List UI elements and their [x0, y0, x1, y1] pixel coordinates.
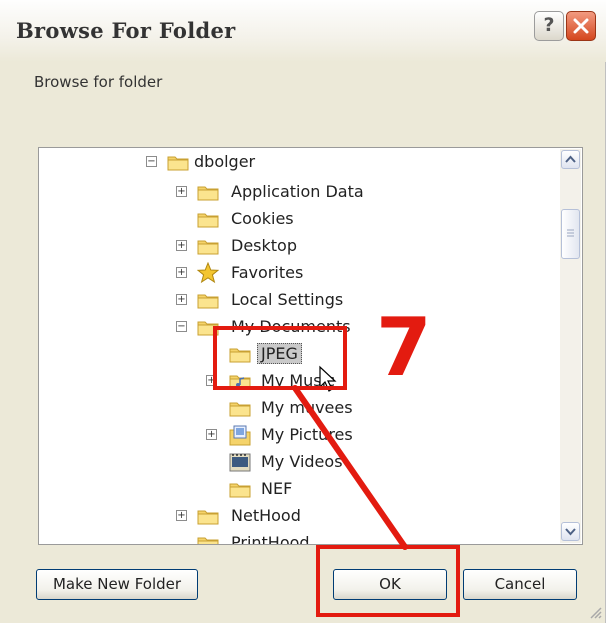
- folder-icon: [197, 213, 219, 228]
- step-number-label: 7: [376, 301, 432, 394]
- expand-toggle[interactable]: +: [176, 186, 187, 197]
- chevron-down-icon: [565, 528, 576, 536]
- scroll-thumb[interactable]: [561, 209, 580, 259]
- tree-node-my-muvees[interactable]: My muvees: [261, 398, 353, 417]
- tree-node-nef[interactable]: NEF: [261, 479, 292, 498]
- folder-icon: [197, 537, 219, 544]
- tree-node-nethood[interactable]: NetHood: [231, 506, 301, 525]
- folder-icon: [229, 402, 251, 417]
- expand-toggle[interactable]: +: [176, 267, 187, 278]
- tree-node-printhood[interactable]: PrintHood: [231, 533, 310, 544]
- help-icon: ?: [543, 14, 555, 36]
- tree-node-my-pictures[interactable]: My Pictures: [261, 425, 353, 444]
- close-icon: [573, 18, 589, 34]
- videos-folder-icon: [229, 453, 251, 472]
- collapse-toggle[interactable]: −: [176, 321, 187, 332]
- folder-tree[interactable]: − dbolger + Application Data Cookies + D…: [38, 147, 583, 545]
- scroll-down-button[interactable]: [561, 522, 580, 541]
- folder-icon: [197, 186, 219, 201]
- grip-icon: [567, 229, 574, 237]
- folder-icon: [197, 321, 219, 336]
- expand-toggle[interactable]: +: [176, 510, 187, 521]
- tree-node-jpeg[interactable]: JPEG: [257, 343, 302, 364]
- help-button[interactable]: ?: [534, 11, 564, 41]
- tree-node-my-videos[interactable]: My Videos: [261, 452, 343, 471]
- close-button[interactable]: [566, 11, 596, 41]
- expand-toggle[interactable]: +: [206, 375, 217, 386]
- tree-node-desktop[interactable]: Desktop: [231, 236, 297, 255]
- tree-node-cookies[interactable]: Cookies: [231, 209, 294, 228]
- make-new-folder-button[interactable]: Make New Folder: [36, 569, 198, 600]
- tree-node-local-settings[interactable]: Local Settings: [231, 290, 343, 309]
- expand-toggle[interactable]: +: [176, 294, 187, 305]
- window-title: Browse For Folder: [16, 18, 236, 43]
- pictures-folder-icon: [229, 425, 251, 446]
- tree-node-dbolger[interactable]: dbolger: [194, 152, 255, 171]
- ok-button[interactable]: OK: [333, 569, 447, 600]
- resize-grip-icon[interactable]: [588, 605, 602, 619]
- mouse-cursor-icon: [319, 365, 337, 392]
- folder-icon: [197, 294, 219, 309]
- folder-icon: [197, 510, 219, 525]
- scroll-up-button[interactable]: [561, 150, 580, 169]
- tree-node-my-documents[interactable]: My Documents: [231, 317, 351, 336]
- cancel-button[interactable]: Cancel: [463, 569, 577, 600]
- folder-icon: [229, 483, 251, 498]
- tree-node-favorites[interactable]: Favorites: [231, 263, 303, 282]
- expand-toggle[interactable]: +: [206, 429, 217, 440]
- star-icon: [197, 262, 219, 284]
- music-folder-icon: [229, 375, 251, 390]
- chevron-up-icon: [565, 155, 576, 163]
- tree-node-application-data[interactable]: Application Data: [231, 182, 364, 201]
- collapse-toggle[interactable]: −: [146, 156, 157, 167]
- prompt-text: Browse for folder: [34, 73, 163, 91]
- expand-toggle[interactable]: +: [176, 240, 187, 251]
- folder-icon: [167, 156, 189, 171]
- browse-for-folder-dialog: Browse For Folder ? Browse for folder − …: [0, 0, 606, 623]
- vertical-scrollbar[interactable]: [560, 149, 581, 543]
- folder-icon: [229, 348, 251, 363]
- title-bar: Browse For Folder ?: [0, 0, 606, 62]
- folder-icon: [197, 240, 219, 255]
